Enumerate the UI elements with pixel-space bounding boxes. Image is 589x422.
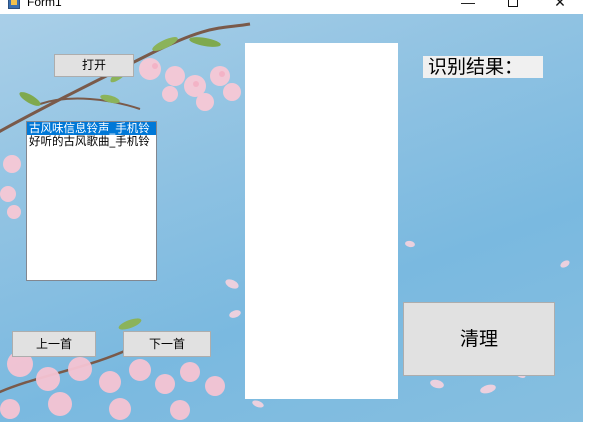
blossom xyxy=(205,376,225,396)
playlist-listbox[interactable]: 古风味信息铃声_手机铃 好听的古风歌曲_手机铃 xyxy=(26,121,157,281)
blossom-center xyxy=(152,63,158,69)
clear-button[interactable]: 清理 xyxy=(403,302,555,376)
app-form-icon xyxy=(8,0,20,9)
petal xyxy=(252,400,264,408)
blossom xyxy=(99,371,121,393)
title-bar[interactable]: Form1 — ✕ xyxy=(0,0,589,14)
petal xyxy=(229,310,241,318)
blossom-center xyxy=(193,81,199,87)
maximize-icon xyxy=(508,0,518,7)
petal xyxy=(480,384,496,394)
blossom xyxy=(223,83,241,101)
blossom xyxy=(165,66,185,86)
next-track-button[interactable]: 下一首 xyxy=(123,331,211,357)
blossom xyxy=(170,400,190,420)
blossom xyxy=(3,155,21,173)
blossom xyxy=(0,399,20,419)
image-display-panel xyxy=(245,43,398,399)
window-title: Form1 xyxy=(27,0,62,9)
blossom xyxy=(180,362,200,382)
open-button[interactable]: 打开 xyxy=(54,54,134,77)
playlist-item[interactable]: 好听的古风歌曲_手机铃 xyxy=(27,135,156,148)
playlist-item[interactable]: 古风味信息铃声_手机铃 xyxy=(27,122,156,135)
petal xyxy=(560,260,570,268)
leaf xyxy=(152,37,178,51)
blossom xyxy=(162,86,178,102)
blossom xyxy=(68,357,92,381)
blossom xyxy=(36,367,60,391)
blossom xyxy=(48,392,72,416)
leaf xyxy=(19,92,41,106)
close-button[interactable]: ✕ xyxy=(545,0,575,12)
blossom xyxy=(155,374,175,394)
form1-window: Form1 — ✕ 打开 古风味信息铃声_手机铃 好听的古风歌曲_手机铃 上一首… xyxy=(0,0,589,422)
blossom xyxy=(7,205,21,219)
blossom-center xyxy=(219,71,225,77)
leaf xyxy=(189,37,221,47)
blossom xyxy=(196,93,214,111)
blossom xyxy=(0,186,16,202)
window-right-edge xyxy=(583,14,589,422)
previous-track-button[interactable]: 上一首 xyxy=(12,331,96,357)
blossom xyxy=(139,58,161,80)
recognition-result-label: 识别结果： xyxy=(423,56,543,78)
petal xyxy=(225,279,239,289)
petal xyxy=(430,379,444,389)
blossom xyxy=(129,359,151,381)
petal xyxy=(405,240,415,248)
leaf xyxy=(118,318,142,330)
form-client-area: 打开 古风味信息铃声_手机铃 好听的古风歌曲_手机铃 上一首 下一首 识别结果：… xyxy=(0,14,583,422)
maximize-button[interactable] xyxy=(498,0,528,12)
minimize-button[interactable]: — xyxy=(453,0,483,12)
blossom xyxy=(109,398,131,420)
